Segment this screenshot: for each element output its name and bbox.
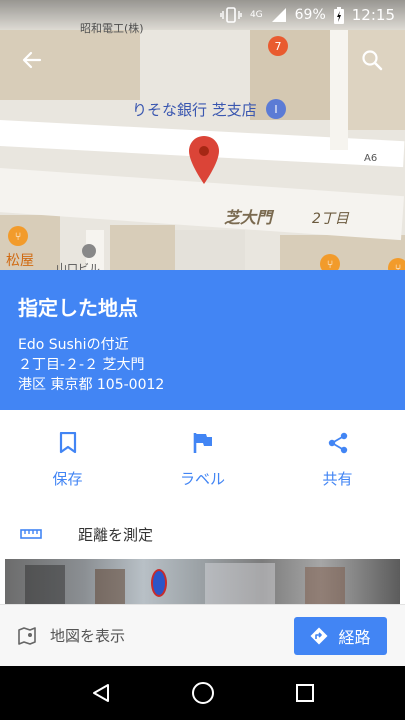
map-building <box>250 30 330 120</box>
place-nearby: Edo Sushiの付近 <box>18 337 129 353</box>
map-label-building: 山口ビル <box>56 262 100 270</box>
back-button[interactable] <box>12 40 52 80</box>
show-map-button[interactable]: 地図を表示 <box>18 625 125 646</box>
label-button[interactable]: ラベル <box>135 410 270 510</box>
building-icon <box>82 244 96 258</box>
map-pin-icon[interactable] <box>188 136 220 184</box>
bookmark-icon <box>59 431 76 453</box>
back-arrow-icon <box>22 51 42 69</box>
map-view[interactable]: 昭和電工(株) 7 りそな銀行 芝支店 I A6 芝大門 2丁目 ⑂ 松屋 山口… <box>0 0 405 270</box>
ruler-icon <box>20 529 42 539</box>
label-label: ラベル <box>179 469 225 488</box>
restaurant-icon[interactable]: ⑂ <box>8 226 28 246</box>
bottom-bar: 地図を表示 経路 <box>0 604 405 666</box>
photo-detail <box>205 563 275 604</box>
action-row: 保存 ラベル 共有 <box>0 410 405 510</box>
street-view-photo[interactable] <box>5 559 400 604</box>
road-sign <box>151 569 167 597</box>
restaurant-icon[interactable]: ⑂ <box>320 254 340 270</box>
system-nav-bar <box>0 666 405 720</box>
screen: 昭和電工(株) 7 りそな銀行 芝支店 I A6 芝大門 2丁目 ⑂ 松屋 山口… <box>0 0 405 720</box>
network-type: 4G <box>249 10 263 20</box>
battery-icon <box>333 6 344 24</box>
route-shield-label: A6 <box>362 153 380 164</box>
map-label-area: 芝大門 <box>224 208 273 227</box>
status-bar: 4G 69% 12:15 <box>0 0 405 30</box>
map-label-restaurant[interactable]: 松屋 <box>6 250 34 270</box>
restaurant-icon[interactable]: ⑂ <box>388 258 405 270</box>
battery-percent: 69% <box>294 7 326 23</box>
directions-icon <box>310 627 328 645</box>
convenience-store-icon[interactable]: 7 <box>268 36 288 56</box>
search-icon <box>362 50 383 71</box>
measure-distance-label: 距離を測定 <box>78 525 154 544</box>
address-line-1: ２丁目-２-２ 芝大門 <box>18 357 145 373</box>
nav-back-icon[interactable] <box>90 682 112 704</box>
signal-icon <box>271 8 286 22</box>
nav-home-icon[interactable] <box>191 681 215 705</box>
map-pin-outline-icon <box>18 626 36 645</box>
place-card[interactable]: 指定した地点 Edo Sushiの付近 ２丁目-２-２ 芝大門 港区 東京都 1… <box>0 270 405 410</box>
map-label-bank[interactable]: りそな銀行 芝支店 <box>132 99 257 120</box>
share-icon <box>328 432 347 453</box>
photo-detail <box>95 569 125 604</box>
vibrate-icon <box>220 7 242 23</box>
photo-detail <box>305 567 345 604</box>
measure-distance-row[interactable]: 距離を測定 <box>0 512 405 556</box>
map-building <box>175 230 245 270</box>
clock: 12:15 <box>351 6 395 24</box>
place-title: 指定した地点 <box>18 296 138 320</box>
share-button[interactable]: 共有 <box>270 410 405 510</box>
map-building <box>110 225 175 270</box>
nav-recents-icon[interactable] <box>295 683 315 703</box>
map-label-block: 2丁目 <box>312 211 349 227</box>
directions-button[interactable]: 経路 <box>294 617 387 655</box>
search-button[interactable] <box>352 40 392 80</box>
show-map-label: 地図を表示 <box>50 627 126 645</box>
photo-detail <box>25 565 65 604</box>
directions-label: 経路 <box>338 628 371 647</box>
address-line-2: 港区 東京都 105-0012 <box>18 377 165 393</box>
bank-icon[interactable]: I <box>266 99 286 119</box>
save-label: 保存 <box>52 469 83 488</box>
save-button[interactable]: 保存 <box>0 410 135 510</box>
flag-icon <box>193 432 212 453</box>
share-label: 共有 <box>322 469 353 488</box>
map-building <box>280 235 405 270</box>
map-road <box>330 30 348 150</box>
